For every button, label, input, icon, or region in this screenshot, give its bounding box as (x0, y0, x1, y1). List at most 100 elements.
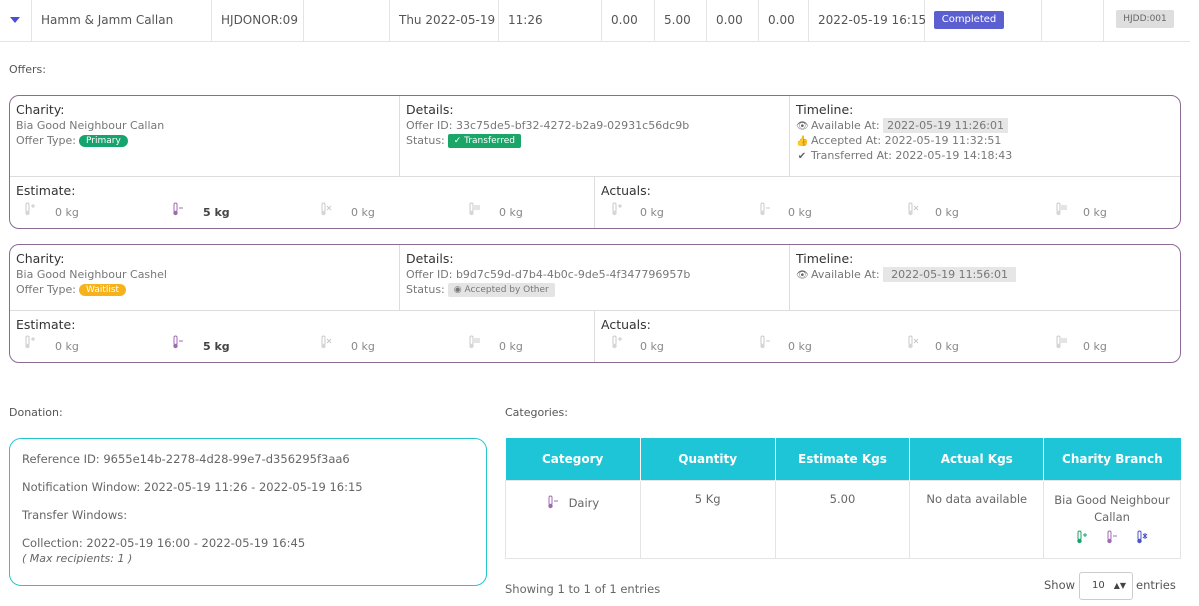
check-icon: ✓ (453, 136, 465, 146)
header-quantity[interactable]: Quantity (640, 438, 776, 480)
thermometer-snow-icon (321, 202, 332, 216)
thermometer-plus-icon (1077, 530, 1088, 543)
check-icon: ✔ (797, 151, 807, 162)
actuals-section: Actuals: 0 kg 0 kg 0 kg 0 kg (595, 177, 1180, 228)
available-label: Available At: (811, 119, 880, 132)
thumbs-up-icon: 👍 (796, 136, 809, 147)
actual-chilled: 0 kg (788, 340, 812, 353)
estimate-heading: Estimate: (16, 183, 76, 198)
header-branch[interactable]: Charity Branch (1043, 438, 1181, 480)
end-time: 2022-05-19 16:15 (809, 0, 926, 42)
value-1: 0.00 (602, 0, 655, 42)
reference-id: Reference ID: 9655e14b-2278-4d28-99e7-d3… (22, 452, 350, 466)
estimate-chilled: 5 kg (203, 206, 230, 219)
quantity-cell: 5 Kg (639, 479, 776, 559)
offer-status: Status: ◉ Accepted by Other (406, 283, 783, 297)
status-label: Status: (406, 283, 445, 296)
thermometer-plus-icon (25, 202, 35, 216)
page-size-value: 10 (1092, 580, 1105, 591)
thermometer-snow-icon (1137, 530, 1148, 543)
estimate-ambient: 0 kg (55, 340, 79, 353)
details-section: Details: Offer ID: b9d7c59d-d7b4-4b0c-9d… (400, 245, 790, 310)
donation-date: Thu 2022-05-19 (390, 0, 499, 42)
actual-other: 0 kg (1083, 340, 1107, 353)
branch-cell: Bia Good Neighbour Callan (1043, 479, 1181, 559)
code-badge: HJDD:001 (1116, 10, 1174, 28)
charity-name: Bia Good Neighbour Cashel (16, 268, 167, 281)
status-badge: ◉ Accepted by Other (447, 283, 555, 297)
thermometer-ambient-icon (1056, 202, 1067, 216)
estimate-frozen: 0 kg (351, 340, 375, 353)
available-at: 👁 Available At: 2022-05-19 11:26:01 (796, 118, 1174, 133)
transfer-windows: Transfer Windows: (22, 508, 128, 522)
estimate-heading: Estimate: (16, 317, 76, 332)
eye-icon: 👁 (796, 270, 809, 281)
chevron-down-icon[interactable] (10, 17, 20, 23)
details-heading: Details: (406, 102, 454, 117)
header-estimate[interactable]: Estimate Kgs (775, 438, 911, 480)
eye-icon: 👁 (796, 121, 809, 132)
thermometer-plus-icon (612, 202, 622, 216)
offer-type: Offer Type: Primary (16, 134, 393, 147)
offer-id: Offer ID: b9d7c59d-d7b4-4b0c-9de5-4f3477… (406, 268, 691, 281)
charity-section: Charity: Bia Good Neighbour Cashel Offer… (10, 245, 400, 310)
status-badge: Completed (934, 11, 1004, 29)
thermometer-minus-icon (547, 495, 558, 508)
charity-name: Bia Good Neighbour Callan (16, 119, 165, 132)
expand-toggle[interactable] (0, 0, 32, 42)
timeline-section: Timeline: 👁 Available At: 2022-05-19 11:5… (790, 245, 1180, 310)
status-text: Accepted by Other (464, 285, 549, 295)
estimate-ambient: 0 kg (55, 206, 79, 219)
actual-frozen: 0 kg (935, 340, 959, 353)
transferred-at: ✔ Transferred At: 2022-05-19 14:18:43 (796, 149, 1174, 162)
donor-code: HJDONOR:09 (212, 0, 304, 42)
empty-cell (1042, 0, 1104, 42)
status-label: Status: (406, 134, 445, 147)
empty-cell (304, 0, 390, 42)
estimate-other: 0 kg (499, 340, 523, 353)
value-3: 0.00 (707, 0, 759, 42)
updown-arrow-icon: ▲▼ (1113, 581, 1126, 590)
status-badge: ✓ Transferred (447, 134, 521, 148)
transferred-value: 2022-05-19 14:18:43 (895, 149, 1013, 162)
value-2: 5.00 (655, 0, 707, 42)
thermometer-ambient-icon (469, 202, 480, 216)
actuals-section: Actuals: 0 kg 0 kg 0 kg 0 kg (595, 311, 1180, 362)
accepted-at: 👍 Accepted At: 2022-05-19 11:32:51 (796, 134, 1174, 147)
actual-frozen: 0 kg (935, 206, 959, 219)
available-at: 👁 Available At: 2022-05-19 11:56:01 (796, 267, 1174, 282)
category-name: Dairy (568, 495, 600, 510)
collection-window: Collection: 2022-05-19 16:00 - 2022-05-1… (22, 536, 306, 550)
available-value: 2022-05-19 11:26:01 (883, 118, 1008, 133)
dot-circle-icon: ◉ (453, 285, 465, 295)
donation-time: 11:26 (499, 0, 602, 42)
max-recipients: ( Max recipients: 1 ) (22, 552, 133, 565)
offer-card: Charity: Bia Good Neighbour Callan Offer… (9, 95, 1181, 229)
estimate-section: Estimate: 0 kg 5 kg 0 kg 0 kg (10, 177, 595, 228)
header-actual[interactable]: Actual Kgs (909, 438, 1045, 480)
offers-label: Offers: (9, 63, 46, 76)
status-text: Transferred (464, 136, 515, 146)
offer-status: Status: ✓ Transferred (406, 134, 783, 148)
table-header-row: Category Quantity Estimate Kgs Actual Kg… (505, 438, 1181, 480)
page-size-select[interactable]: 10 ▲▼ (1079, 572, 1133, 600)
actual-ambient: 0 kg (640, 340, 664, 353)
donation-row[interactable]: Hamm & Jamm Callan HJDONOR:09 Thu 2022-0… (0, 0, 1190, 42)
branch-name: Bia Good Neighbour Callan (1054, 492, 1170, 524)
estimate-other: 0 kg (499, 206, 523, 219)
show-label: Show (1044, 578, 1076, 592)
offer-type-label: Offer Type: (16, 283, 76, 296)
actual-other: 0 kg (1083, 206, 1107, 219)
donor-name: Hamm & Jamm Callan (32, 0, 212, 42)
actual-ambient: 0 kg (640, 206, 664, 219)
header-category[interactable]: Category (505, 438, 641, 480)
thermometer-minus-icon (173, 335, 183, 349)
timeline-section: Timeline: 👁 Available At: 2022-05-19 11:2… (790, 96, 1180, 176)
timeline-heading: Timeline: (796, 251, 854, 266)
thermometer-minus-icon (760, 202, 770, 216)
branch-temp-icons (1044, 530, 1180, 547)
estimate-cell: 5.00 (774, 479, 911, 559)
offer-id: Offer ID: 33c75de5-bf32-4272-b2a9-02931c… (406, 119, 690, 132)
accepted-value: 2022-05-19 11:32:51 (884, 134, 1002, 147)
thermometer-minus-icon (1107, 530, 1118, 543)
